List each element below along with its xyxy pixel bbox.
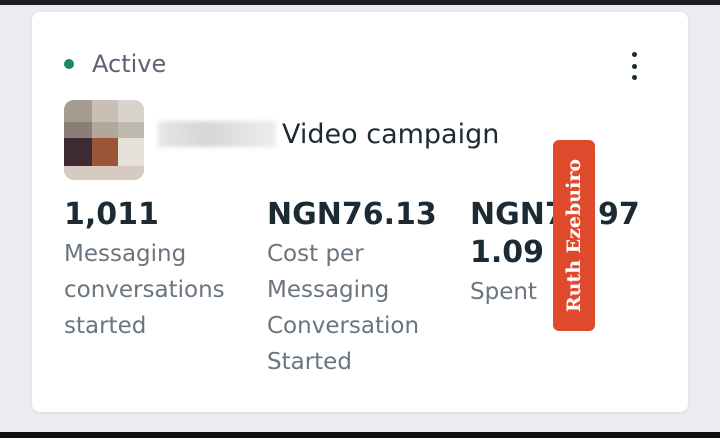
top-bar — [0, 0, 720, 5]
active-status-dot — [64, 59, 74, 69]
watermark-badge: Ruth Ezebuiro — [553, 140, 595, 331]
status-label: Active — [92, 50, 167, 78]
status-row: Active — [64, 50, 166, 78]
metric-cost-per-conversation: NGN76.13 Cost per Messaging Conversation… — [267, 196, 457, 380]
bottom-bar — [0, 432, 720, 438]
campaign-thumbnail — [64, 100, 144, 180]
metric-label: Messaging conversations started — [64, 241, 225, 339]
metric-value: NGN76.13 — [267, 197, 437, 232]
metric-value: 1,011 — [64, 197, 159, 232]
campaign-title-text: Video campaign — [282, 119, 500, 150]
metric-conversations: 1,011 Messaging conversations started — [64, 196, 254, 344]
watermark-text: Ruth Ezebuiro — [563, 158, 585, 313]
redacted-name — [158, 121, 276, 147]
campaign-title[interactable]: Video campaign — [158, 119, 499, 150]
more-options-icon[interactable] — [622, 50, 646, 82]
metric-label: Cost per Messaging Conversation Started — [267, 241, 420, 375]
